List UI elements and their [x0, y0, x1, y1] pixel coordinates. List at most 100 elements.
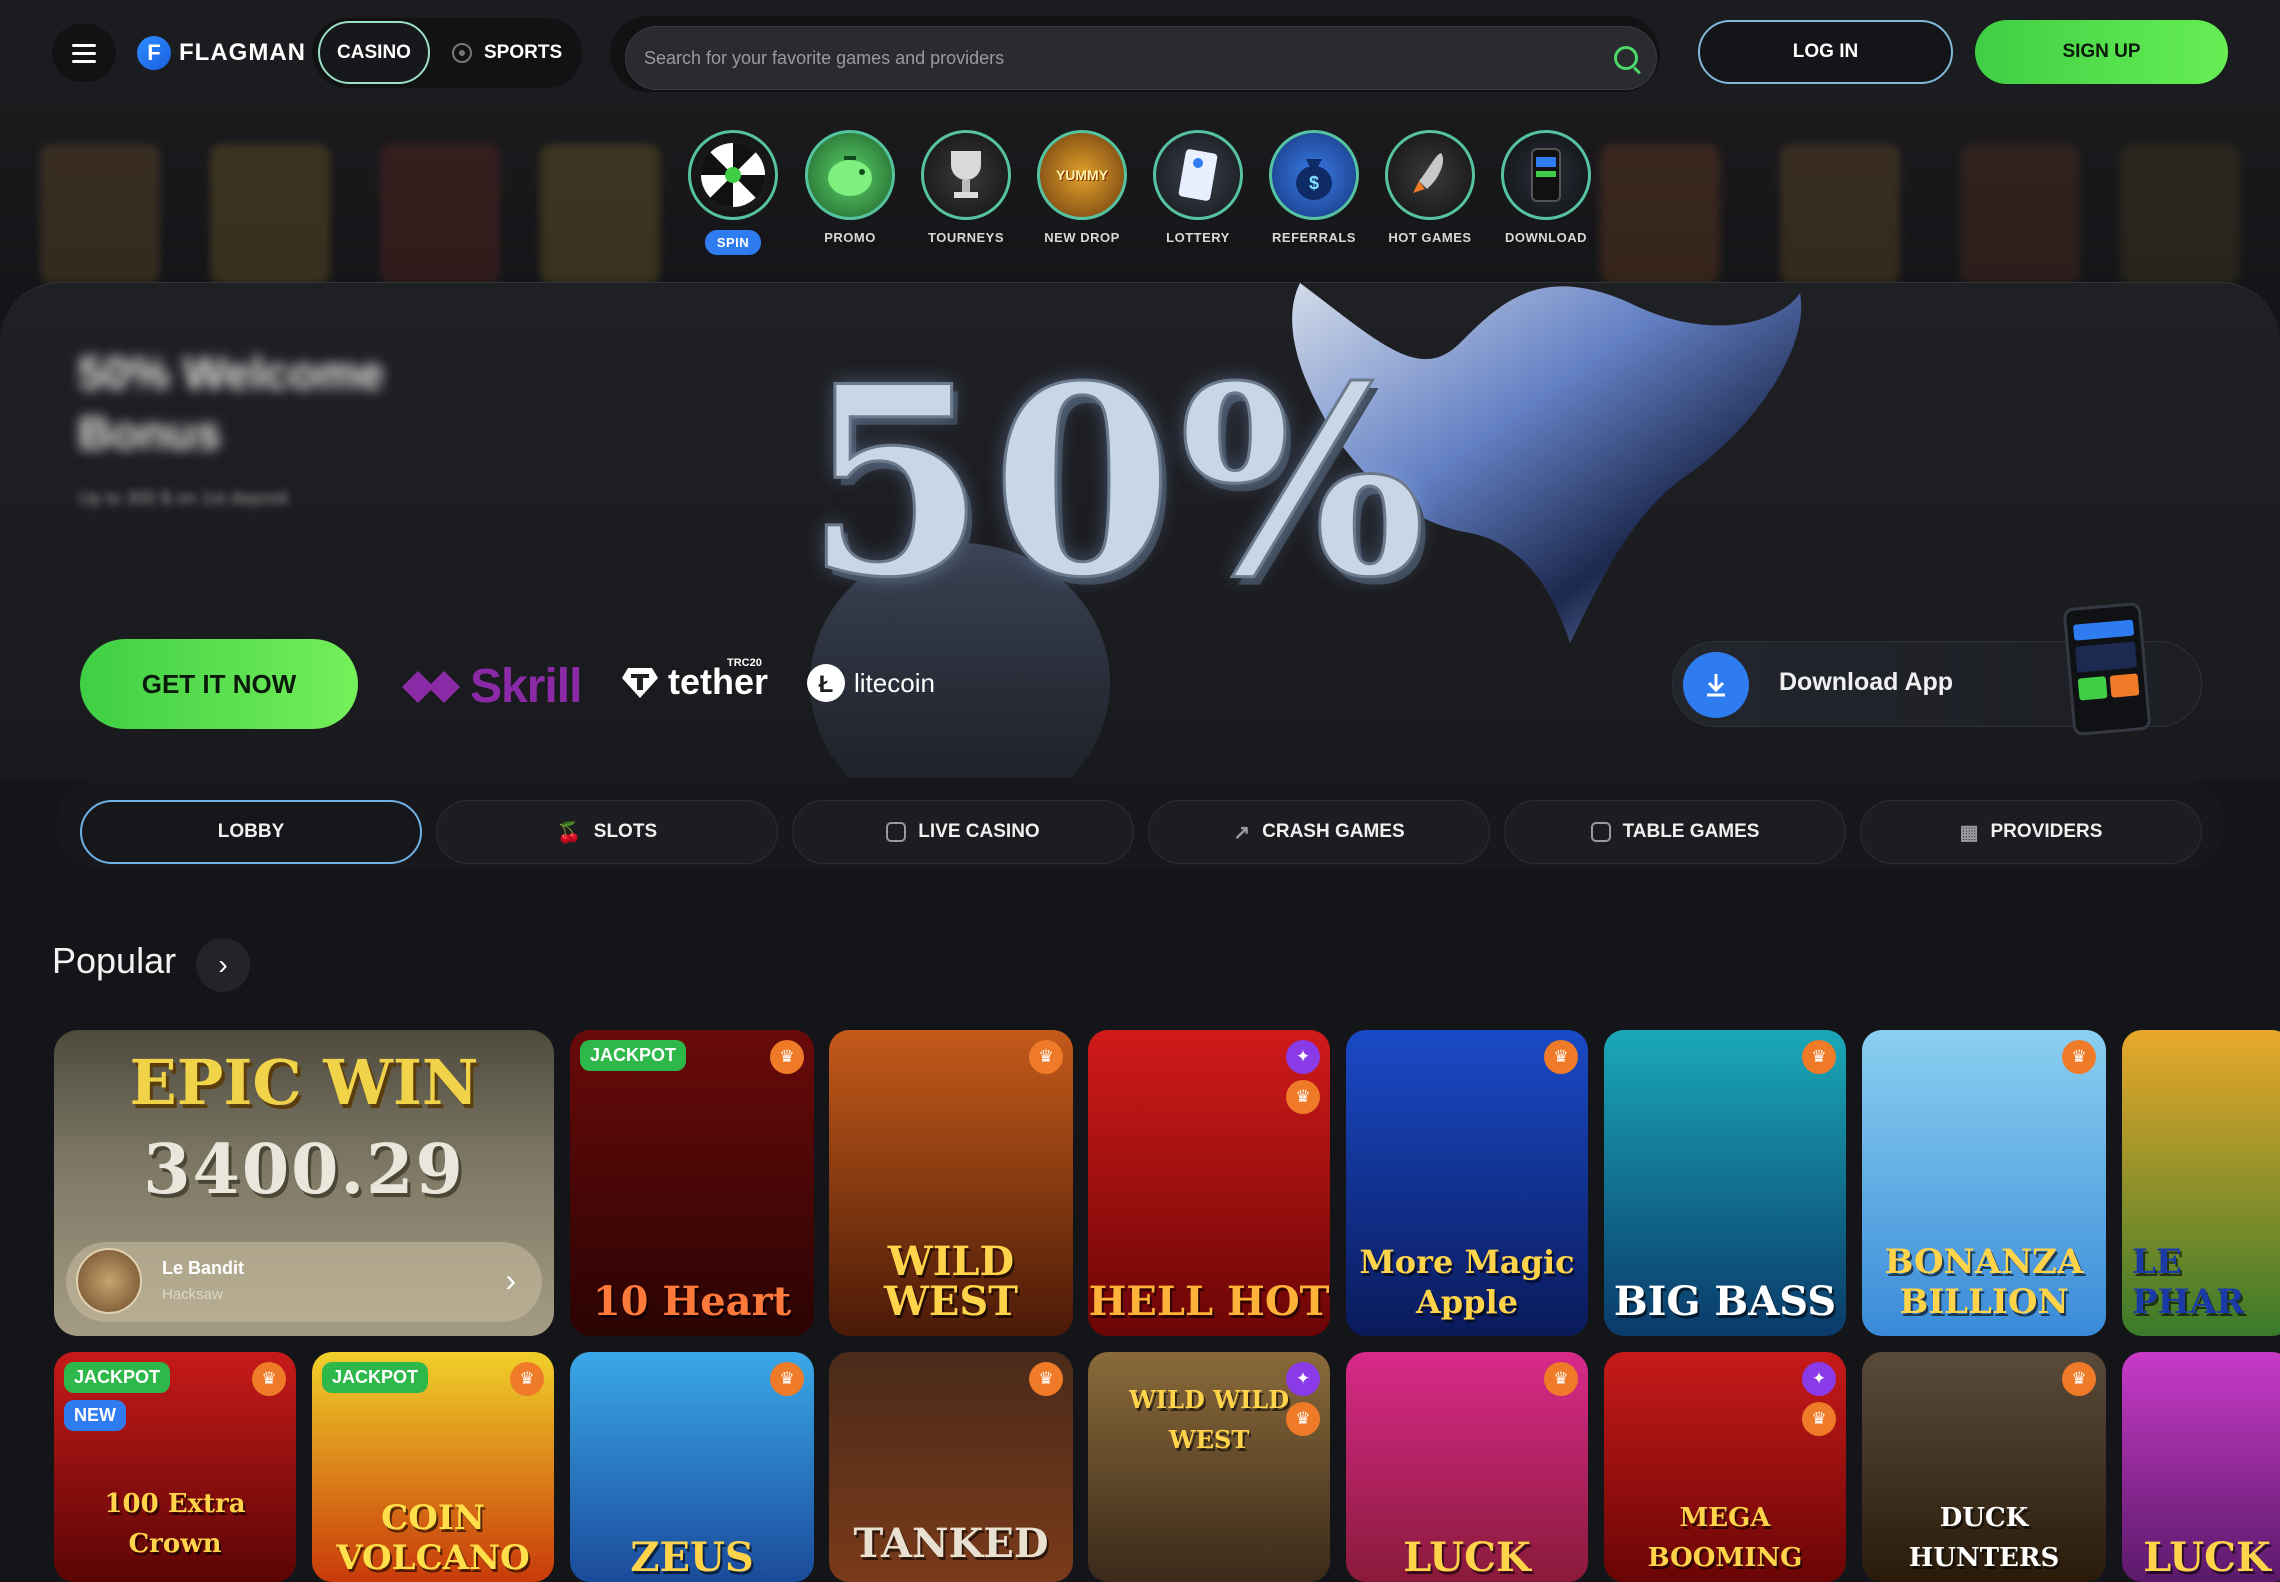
logo-mark-icon: F: [137, 36, 171, 70]
trophy-icon: ♛: [252, 1362, 286, 1396]
svg-text:Ł: Ł: [819, 671, 834, 698]
category-providers[interactable]: ▦ PROVIDERS: [1860, 800, 2202, 864]
cherry-icon: 🍒: [556, 821, 582, 844]
jackpot-badge: JACKPOT: [322, 1362, 429, 1393]
game-tile[interactable]: JACKPOT NEW ♛ 100 Extra Crown: [54, 1352, 296, 1582]
epic-win-title: EPIC WIN: [129, 1046, 479, 1119]
jackpot-badge: JACKPOT: [64, 1362, 171, 1393]
trophy-icon: [921, 130, 1011, 220]
trophy-icon: ♛: [1802, 1040, 1836, 1074]
tab-casino[interactable]: CASINO: [318, 21, 430, 84]
game-tile[interactable]: ♛ BIG BASS: [1604, 1030, 1846, 1336]
game-tile[interactable]: ✦ ♛ HELL HOT: [1088, 1030, 1330, 1336]
litecoin-icon: Ł: [807, 664, 845, 702]
game-tile[interactable]: LUCK: [2122, 1352, 2280, 1582]
category-crash-games[interactable]: ↗ CRASH GAMES: [1148, 800, 1490, 864]
game-tile[interactable]: ✦ ♛ MEGA BOOMING: [1604, 1352, 1846, 1582]
litecoin-logo: Ł litecoin: [806, 663, 935, 703]
signup-button[interactable]: SIGN UP: [1975, 20, 2228, 84]
epic-win-amount: 3400.29: [143, 1130, 465, 1210]
tab-sports[interactable]: SPORTS: [452, 21, 562, 84]
category-lobby[interactable]: LOBBY: [80, 800, 422, 864]
quick-nav-tourneys[interactable]: TOURNEYS: [906, 130, 1026, 245]
game-tile[interactable]: ♛ DUCK HUNTERS: [1862, 1352, 2106, 1582]
quick-nav-download[interactable]: DOWNLOAD: [1486, 130, 1606, 245]
game-tile[interactable]: ♛ LUCK: [1346, 1352, 1588, 1582]
popular-section-title: Popular: [52, 940, 177, 981]
quick-nav-label: DOWNLOAD: [1505, 230, 1587, 245]
svg-text:$: $: [1309, 173, 1319, 193]
epic-win-provider: Hacksaw: [162, 1286, 223, 1303]
game-tile[interactable]: ✦ ♛ WILD WILD WEST: [1088, 1352, 1330, 1582]
tab-sports-label: SPORTS: [484, 41, 563, 63]
game-title: BONANZA BILLION: [1884, 1242, 2084, 1322]
game-tile[interactable]: LE PHAR: [2122, 1030, 2280, 1336]
game-tile[interactable]: ♛ WILD WEST: [829, 1030, 1073, 1336]
category-table-games[interactable]: TABLE GAMES: [1504, 800, 1846, 864]
trophy-icon: ♛: [1029, 1040, 1063, 1074]
popular-see-all-button[interactable]: ›: [196, 938, 250, 992]
download-icon: [1683, 652, 1749, 718]
quick-nav-label: HOT GAMES: [1388, 230, 1472, 245]
money-bag-icon: $: [1269, 130, 1359, 220]
get-it-now-button[interactable]: GET IT NOW: [80, 639, 358, 729]
quick-nav-promo[interactable]: PROMO: [790, 130, 910, 245]
epic-win-card[interactable]: EPIC WIN 3400.29 Le Bandit Hacksaw ›: [54, 1030, 554, 1336]
logo-text: FLAGMAN: [179, 39, 306, 66]
skrill-logo: Skrill: [398, 659, 582, 714]
category-label: LIVE CASINO: [918, 821, 1040, 842]
game-title: LUCK: [2143, 1534, 2271, 1581]
soccer-ball-icon: [452, 42, 472, 63]
category-label: TABLE GAMES: [1622, 821, 1760, 842]
quick-nav-label: REFERRALS: [1272, 230, 1356, 245]
game-title: MEGA BOOMING: [1647, 1503, 1803, 1573]
game-title: ZEUS: [630, 1534, 754, 1581]
spin-wheel-icon: [688, 130, 778, 220]
epic-win-game-card[interactable]: Le Bandit Hacksaw ›: [66, 1242, 542, 1322]
trophy-icon: ♛: [2062, 1040, 2096, 1074]
game-tile[interactable]: ♛ BONANZA BILLION: [1862, 1030, 2106, 1336]
grid-icon: ▦: [1959, 821, 1979, 844]
hero-banner: 50% Welcome Bonus Up to 300 $ on 1st dep…: [0, 282, 2280, 780]
hamburger-menu-button[interactable]: [52, 24, 116, 82]
tether-logo: tether TRC20: [620, 657, 768, 703]
yummy-dumplings-icon: YUMMY: [1037, 130, 1127, 220]
category-label: LOBBY: [217, 821, 285, 842]
quick-nav-spin[interactable]: SPIN: [673, 130, 793, 255]
game-tile[interactable]: ♛ More Magic Apple: [1346, 1030, 1588, 1336]
gift-icon: ✦: [1286, 1040, 1320, 1074]
quick-nav-label: TOURNEYS: [928, 230, 1004, 245]
jackpot-badge: JACKPOT: [580, 1040, 687, 1071]
brand-logo[interactable]: F FLAGMAN: [137, 36, 306, 70]
game-tile[interactable]: JACKPOT ♛ 10 Heart: [570, 1030, 814, 1336]
category-label: PROVIDERS: [1990, 821, 2103, 842]
game-tile[interactable]: JACKPOT ♛ COIN VOLCANO: [312, 1352, 554, 1582]
search-bar: [625, 26, 1657, 90]
game-title: LUCK: [1403, 1534, 1531, 1581]
trophy-icon: ♛: [1286, 1080, 1320, 1114]
trophy-icon: ♛: [1544, 1362, 1578, 1396]
category-label: SLOTS: [593, 821, 658, 842]
chart-icon: ↗: [1233, 821, 1251, 844]
login-button[interactable]: LOG IN: [1698, 20, 1953, 84]
quick-nav-referrals[interactable]: $ REFERRALS: [1254, 130, 1374, 245]
category-slots[interactable]: 🍒 SLOTS: [436, 800, 778, 864]
hamburger-icon: [72, 51, 96, 55]
quick-nav-label: PROMO: [824, 230, 876, 245]
category-live-casino[interactable]: LIVE CASINO: [792, 800, 1134, 864]
quick-nav-hot-games[interactable]: HOT GAMES: [1370, 130, 1490, 245]
game-tile[interactable]: ♛ TANKED: [829, 1352, 1073, 1582]
live-casino-icon: [886, 822, 907, 842]
quick-nav-new-drop[interactable]: YUMMY NEW DROP: [1022, 130, 1142, 245]
chevron-right-icon: ›: [505, 1262, 516, 1298]
phone-mockup-image: [2062, 601, 2152, 737]
game-avatar: [76, 1248, 142, 1314]
game-title: WILD WILD WEST: [1128, 1385, 1290, 1454]
quick-nav-lottery[interactable]: LOTTERY: [1138, 130, 1258, 245]
trophy-icon: ♛: [2062, 1362, 2096, 1396]
search-icon[interactable]: [1614, 46, 1638, 70]
quick-nav-label: NEW DROP: [1044, 230, 1120, 245]
download-app-label: Download App: [1779, 668, 1954, 696]
game-tile[interactable]: ♛ ZEUS: [570, 1352, 814, 1582]
search-input[interactable]: [644, 27, 1584, 89]
